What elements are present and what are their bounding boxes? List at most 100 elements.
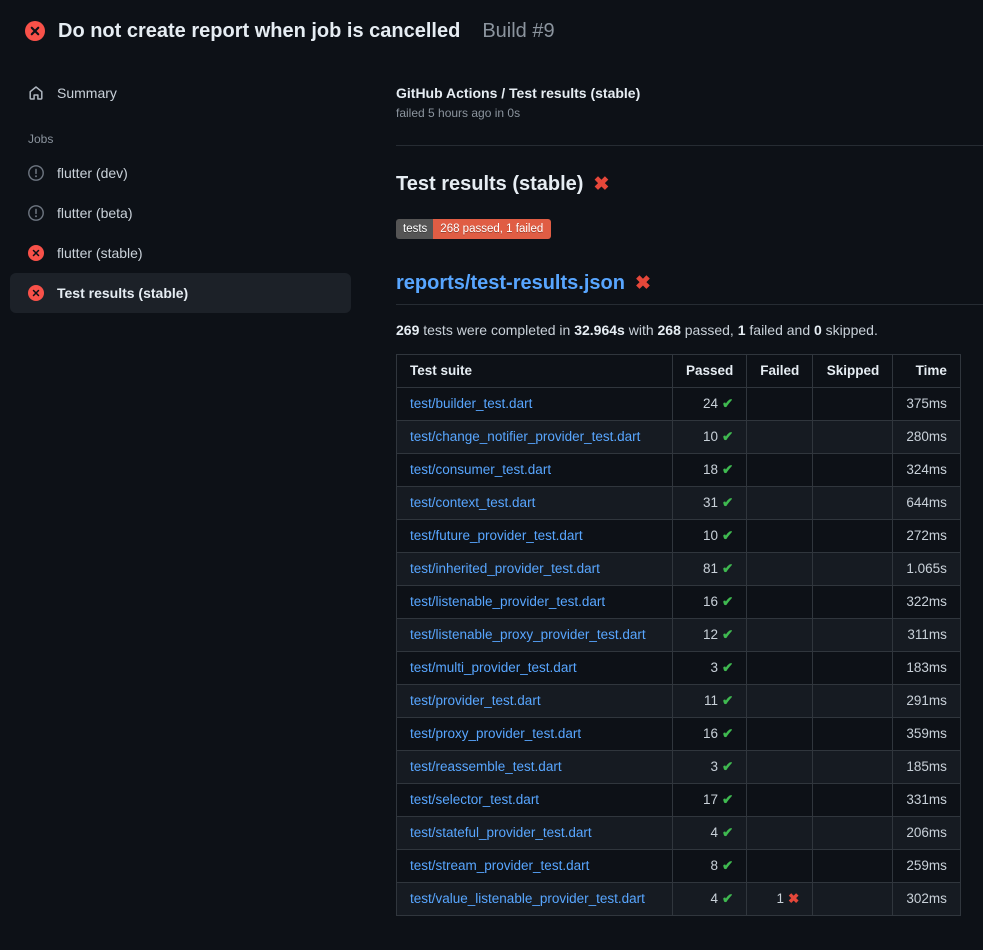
table-row: test/multi_provider_test.dart3✔183ms — [397, 652, 961, 685]
sidebar-item-flutter-beta[interactable]: flutter (beta) — [10, 193, 351, 233]
check-icon: ✔ — [722, 792, 733, 807]
time-value: 324ms — [893, 454, 961, 487]
test-suite-link[interactable]: test/change_notifier_provider_test.dart — [410, 429, 640, 444]
time-value: 1.065s — [893, 553, 961, 586]
passed-value: 10 — [703, 429, 718, 444]
check-icon: ✔ — [722, 561, 733, 576]
run-title: Do not create report when job is cancell… — [58, 20, 460, 43]
check-icon: ✔ — [722, 396, 733, 411]
passed-value: 4 — [710, 825, 718, 840]
alert-circle-icon — [28, 165, 44, 181]
sidebar-item-flutter-dev[interactable]: flutter (dev) — [10, 153, 351, 193]
check-icon: ✔ — [722, 594, 733, 609]
test-suite-link[interactable]: test/future_provider_test.dart — [410, 528, 583, 543]
table-row: test/reassemble_test.dart3✔185ms — [397, 751, 961, 784]
passed-value: 81 — [703, 561, 718, 576]
x-circle-icon — [28, 285, 44, 301]
passed-value: 10 — [703, 528, 718, 543]
test-suite-link[interactable]: test/listenable_provider_test.dart — [410, 594, 605, 609]
test-suite-link[interactable]: test/proxy_provider_test.dart — [410, 726, 581, 741]
test-suite-link[interactable]: test/consumer_test.dart — [410, 462, 551, 477]
check-icon: ✔ — [722, 660, 733, 675]
sidebar-item-summary[interactable]: Summary — [10, 73, 351, 113]
column-header-time: Time — [893, 355, 961, 388]
table-row: test/listenable_proxy_provider_test.dart… — [397, 619, 961, 652]
table-row: test/context_test.dart 31 ✔ 644ms — [397, 487, 961, 520]
sidebar-item-flutter-stable[interactable]: flutter (stable) — [10, 233, 351, 273]
job-label: flutter (beta) — [57, 205, 132, 221]
table-row: test/listenable_provider_test.dart 16 ✔ 322… — [397, 586, 961, 619]
home-icon — [28, 85, 44, 101]
report-file-link[interactable]: reports/test-results.json — [396, 270, 625, 296]
check-icon: ✔ — [722, 891, 733, 906]
column-header-skipped: Skipped — [813, 355, 893, 388]
total-count: 269 — [396, 322, 419, 338]
report-summary: 269 tests were completed in 32.964s with… — [396, 320, 983, 340]
column-header-passed: Passed — [673, 355, 747, 388]
build-number: Build #9 — [482, 20, 554, 43]
x-circle-icon — [25, 21, 45, 41]
header-divider — [396, 145, 983, 146]
check-icon: ✔ — [722, 528, 733, 543]
test-suite-link[interactable]: test/multi_provider_test.dart — [410, 660, 577, 675]
test-suite-link[interactable]: test/context_test.dart — [410, 495, 535, 510]
x-mark-icon: ✖ — [593, 175, 609, 194]
test-suite-link[interactable]: test/builder_test.dart — [410, 396, 532, 411]
test-suite-link[interactable]: test/value_listenable_provider_test.dart — [410, 891, 645, 906]
check-icon: ✔ — [722, 759, 733, 774]
summary-text: failed and — [746, 322, 815, 338]
column-header-failed: Failed — [747, 355, 813, 388]
alert-circle-icon — [28, 205, 44, 221]
time-value: 322ms — [893, 586, 961, 619]
passed-value: 11 — [704, 693, 718, 708]
check-icon: ✔ — [722, 495, 733, 510]
summary-text: tests were completed in — [419, 322, 574, 338]
failed-count: 1 — [738, 322, 746, 338]
job-status-line: failed 5 hours ago in 0s — [396, 105, 983, 121]
test-suite-link[interactable]: test/stateful_provider_test.dart — [410, 825, 592, 840]
failed-value: 1 — [776, 891, 784, 906]
job-label: flutter (stable) — [57, 245, 143, 261]
table-row: test/selector_test.dart17✔331ms — [397, 784, 961, 817]
time-value: 291ms — [893, 685, 961, 718]
time-value: 644ms — [893, 487, 961, 520]
check-icon: ✔ — [722, 462, 733, 477]
main-content: GitHub Actions / Test results (stable) f… — [396, 56, 983, 916]
jobs-list: flutter (dev) flutter (beta) flutter (stab… — [0, 153, 380, 313]
passed-value: 3 — [710, 660, 718, 675]
column-header-test-suite: Test suite — [397, 355, 673, 388]
time-value: 359ms — [893, 718, 961, 751]
passed-value: 17 — [703, 792, 718, 807]
test-suite-link[interactable]: test/reassemble_test.dart — [410, 759, 562, 774]
summary-text: passed, — [681, 322, 738, 338]
test-suite-link[interactable]: test/inherited_provider_test.dart — [410, 561, 600, 576]
jobs-section-label: Jobs — [0, 125, 380, 153]
check-icon: ✔ — [722, 627, 733, 642]
total-time: 32.964s — [574, 322, 625, 338]
time-value: 311ms — [893, 619, 961, 652]
report-heading: reports/test-results.json ✖ — [396, 270, 983, 305]
table-row: test/proxy_provider_test.dart16✔359ms — [397, 718, 961, 751]
sidebar: Summary Jobs flutter (dev) flutter (beta)… — [0, 56, 380, 313]
sidebar-summary-label: Summary — [57, 85, 117, 101]
check-icon: ✔ — [722, 726, 733, 741]
test-suite-link[interactable]: test/selector_test.dart — [410, 792, 539, 807]
check-icon: ✔ — [722, 825, 733, 840]
test-suite-link[interactable]: test/provider_test.dart — [410, 693, 541, 708]
run-header: Do not create report when job is cancell… — [0, 0, 983, 56]
passed-value: 16 — [703, 594, 718, 609]
table-row: test/consumer_test.dart18✔324ms — [397, 454, 961, 487]
passed-value: 12 — [703, 627, 718, 642]
table-row: test/inherited_provider_test.dart 81 ✔ 1.06… — [397, 553, 961, 586]
time-value: 206ms — [893, 817, 961, 850]
test-suite-link[interactable]: test/listenable_proxy_provider_test.dart — [410, 627, 646, 642]
check-icon: ✔ — [722, 693, 733, 708]
passed-value: 31 — [703, 495, 718, 510]
badge-label: tests — [396, 219, 433, 239]
sidebar-item-test-results-stable[interactable]: Test results (stable) — [10, 273, 351, 313]
test-results-table: Test suitePassedFailedSkippedTime test/b… — [396, 354, 961, 916]
test-suite-link[interactable]: test/stream_provider_test.dart — [410, 858, 589, 873]
table-row: test/stream_provider_test.dart8✔259ms — [397, 850, 961, 883]
breadcrumb: GitHub Actions / Test results (stable) — [396, 85, 983, 101]
table-row: test/stateful_provider_test.dart 4 ✔ 206ms — [397, 817, 961, 850]
